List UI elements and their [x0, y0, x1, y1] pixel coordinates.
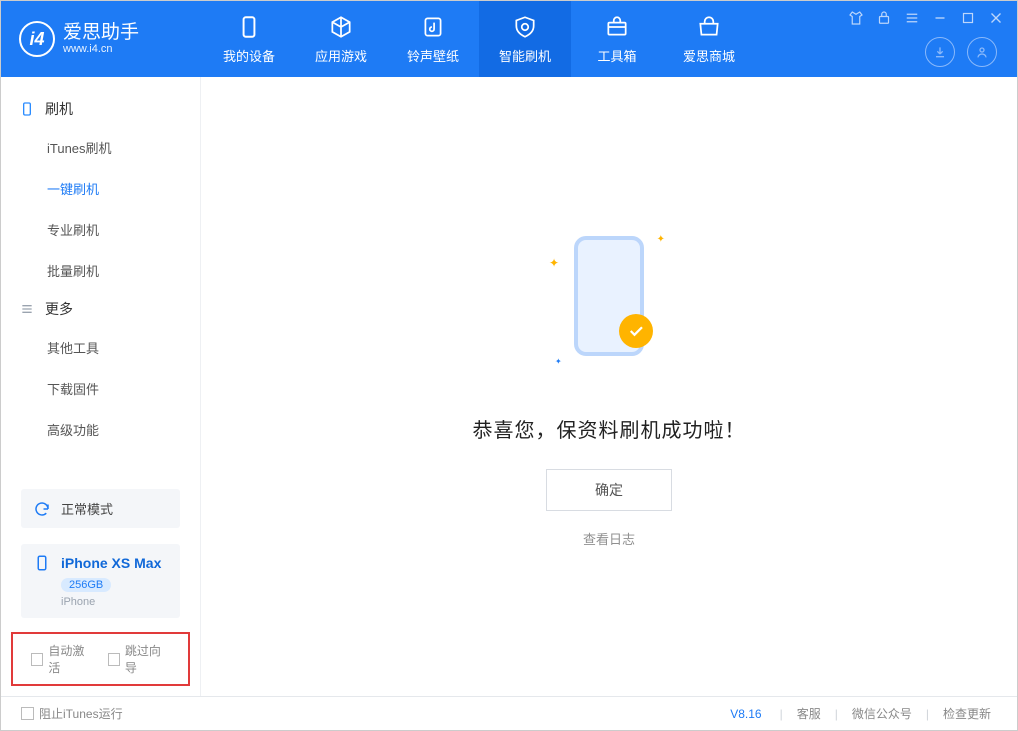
- checkbox-auto-activate[interactable]: 自动激活: [31, 642, 94, 676]
- check-update-link[interactable]: 检查更新: [937, 705, 997, 722]
- sidebar-item-pro-flash[interactable]: 专业刷机: [1, 209, 200, 250]
- tab-store[interactable]: 爱思商城: [663, 1, 755, 77]
- checkbox-label: 自动激活: [48, 642, 93, 676]
- nav-tabs: 我的设备 应用游戏 铃声壁纸 智能刷机 工具箱 爱思商城: [203, 1, 755, 77]
- user-button[interactable]: [967, 37, 997, 67]
- tab-flash[interactable]: 智能刷机: [479, 1, 571, 77]
- view-log-link[interactable]: 查看日志: [583, 529, 635, 548]
- cube-icon: [328, 14, 354, 40]
- tab-ringtone[interactable]: 铃声壁纸: [387, 1, 479, 77]
- mode-card[interactable]: 正常模式: [21, 489, 180, 528]
- tab-label: 爱思商城: [683, 46, 735, 65]
- refresh-icon: [33, 500, 51, 518]
- checkbox-icon: [31, 653, 43, 666]
- shirt-icon[interactable]: [847, 9, 865, 27]
- lock-icon[interactable]: [875, 9, 893, 27]
- success-illustration: ✦ ✦ ✦: [559, 226, 659, 376]
- maximize-icon[interactable]: [959, 9, 977, 27]
- list-icon: [19, 301, 35, 317]
- sidebar: 刷机 iTunes刷机 一键刷机 专业刷机 批量刷机 更多 其他工具 下载固件 …: [1, 77, 201, 696]
- checkbox-row-highlighted: 自动激活 跳过向导: [11, 632, 190, 686]
- tab-mydevice[interactable]: 我的设备: [203, 1, 295, 77]
- window-controls: [847, 9, 1005, 27]
- device-icon: [33, 554, 51, 572]
- checkbox-label: 阻止iTunes运行: [39, 705, 123, 722]
- phone-icon: [236, 14, 262, 40]
- version-label: V8.16: [730, 707, 761, 721]
- device-card[interactable]: iPhone XS Max 256GB iPhone: [21, 544, 180, 618]
- tab-toolbox[interactable]: 工具箱: [571, 1, 663, 77]
- sidebar-item-other-tools[interactable]: 其他工具: [1, 327, 200, 368]
- shield-refresh-icon: [512, 14, 538, 40]
- app-name-en: www.i4.cn: [63, 44, 139, 55]
- tab-label: 智能刷机: [499, 46, 551, 65]
- sidebar-group-more: 更多: [1, 291, 200, 327]
- music-icon: [420, 14, 446, 40]
- minimize-icon[interactable]: [931, 9, 949, 27]
- checkbox-skip-guide[interactable]: 跳过向导: [108, 642, 171, 676]
- mode-label: 正常模式: [61, 499, 113, 518]
- close-icon[interactable]: [987, 9, 1005, 27]
- sidebar-item-batch-flash[interactable]: 批量刷机: [1, 250, 200, 291]
- success-message: 恭喜您，保资料刷机成功啦！: [473, 414, 746, 443]
- titlebar: i4 爱思助手 www.i4.cn 我的设备 应用游戏 铃声壁纸 智能刷机 工具…: [1, 1, 1017, 77]
- ok-button[interactable]: 确定: [546, 469, 672, 511]
- sidebar-group-flash: 刷机: [1, 91, 200, 127]
- logo-text: 爱思助手 www.i4.cn: [63, 23, 139, 55]
- logo-icon: i4: [19, 21, 55, 57]
- sidebar-item-advanced[interactable]: 高级功能: [1, 409, 200, 450]
- toolbox-icon: [604, 14, 630, 40]
- download-button[interactable]: [925, 37, 955, 67]
- sidebar-item-onekey-flash[interactable]: 一键刷机: [1, 168, 200, 209]
- tab-apps[interactable]: 应用游戏: [295, 1, 387, 77]
- check-badge-icon: [619, 314, 653, 348]
- tab-label: 我的设备: [223, 46, 275, 65]
- sidebar-item-itunes-flash[interactable]: iTunes刷机: [1, 127, 200, 168]
- body: 刷机 iTunes刷机 一键刷机 专业刷机 批量刷机 更多 其他工具 下载固件 …: [1, 77, 1017, 696]
- sidebar-item-download-firmware[interactable]: 下载固件: [1, 368, 200, 409]
- menu-icon[interactable]: [903, 9, 921, 27]
- checkbox-label: 跳过向导: [125, 642, 170, 676]
- customer-service-link[interactable]: 客服: [791, 705, 827, 722]
- main-content: ✦ ✦ ✦ 恭喜您，保资料刷机成功啦！ 确定 查看日志: [201, 77, 1017, 696]
- header-right-actions: [925, 37, 997, 67]
- tab-label: 应用游戏: [315, 46, 367, 65]
- phone-icon: [19, 101, 35, 117]
- device-type: iPhone: [61, 596, 95, 608]
- group-label: 刷机: [45, 99, 73, 119]
- group-label: 更多: [45, 299, 73, 319]
- checkbox-icon: [21, 707, 34, 720]
- store-icon: [696, 14, 722, 40]
- device-name: iPhone XS Max: [61, 555, 161, 571]
- checkbox-icon: [108, 653, 120, 666]
- tab-label: 工具箱: [597, 46, 636, 65]
- app-logo: i4 爱思助手 www.i4.cn: [1, 21, 203, 57]
- wechat-link[interactable]: 微信公众号: [846, 705, 918, 722]
- checkbox-block-itunes[interactable]: 阻止iTunes运行: [21, 705, 123, 722]
- device-capacity: 256GB: [61, 578, 111, 592]
- tab-label: 铃声壁纸: [407, 46, 459, 65]
- statusbar: 阻止iTunes运行 V8.16 | 客服 | 微信公众号 | 检查更新: [1, 696, 1017, 730]
- app-name-cn: 爱思助手: [63, 23, 139, 42]
